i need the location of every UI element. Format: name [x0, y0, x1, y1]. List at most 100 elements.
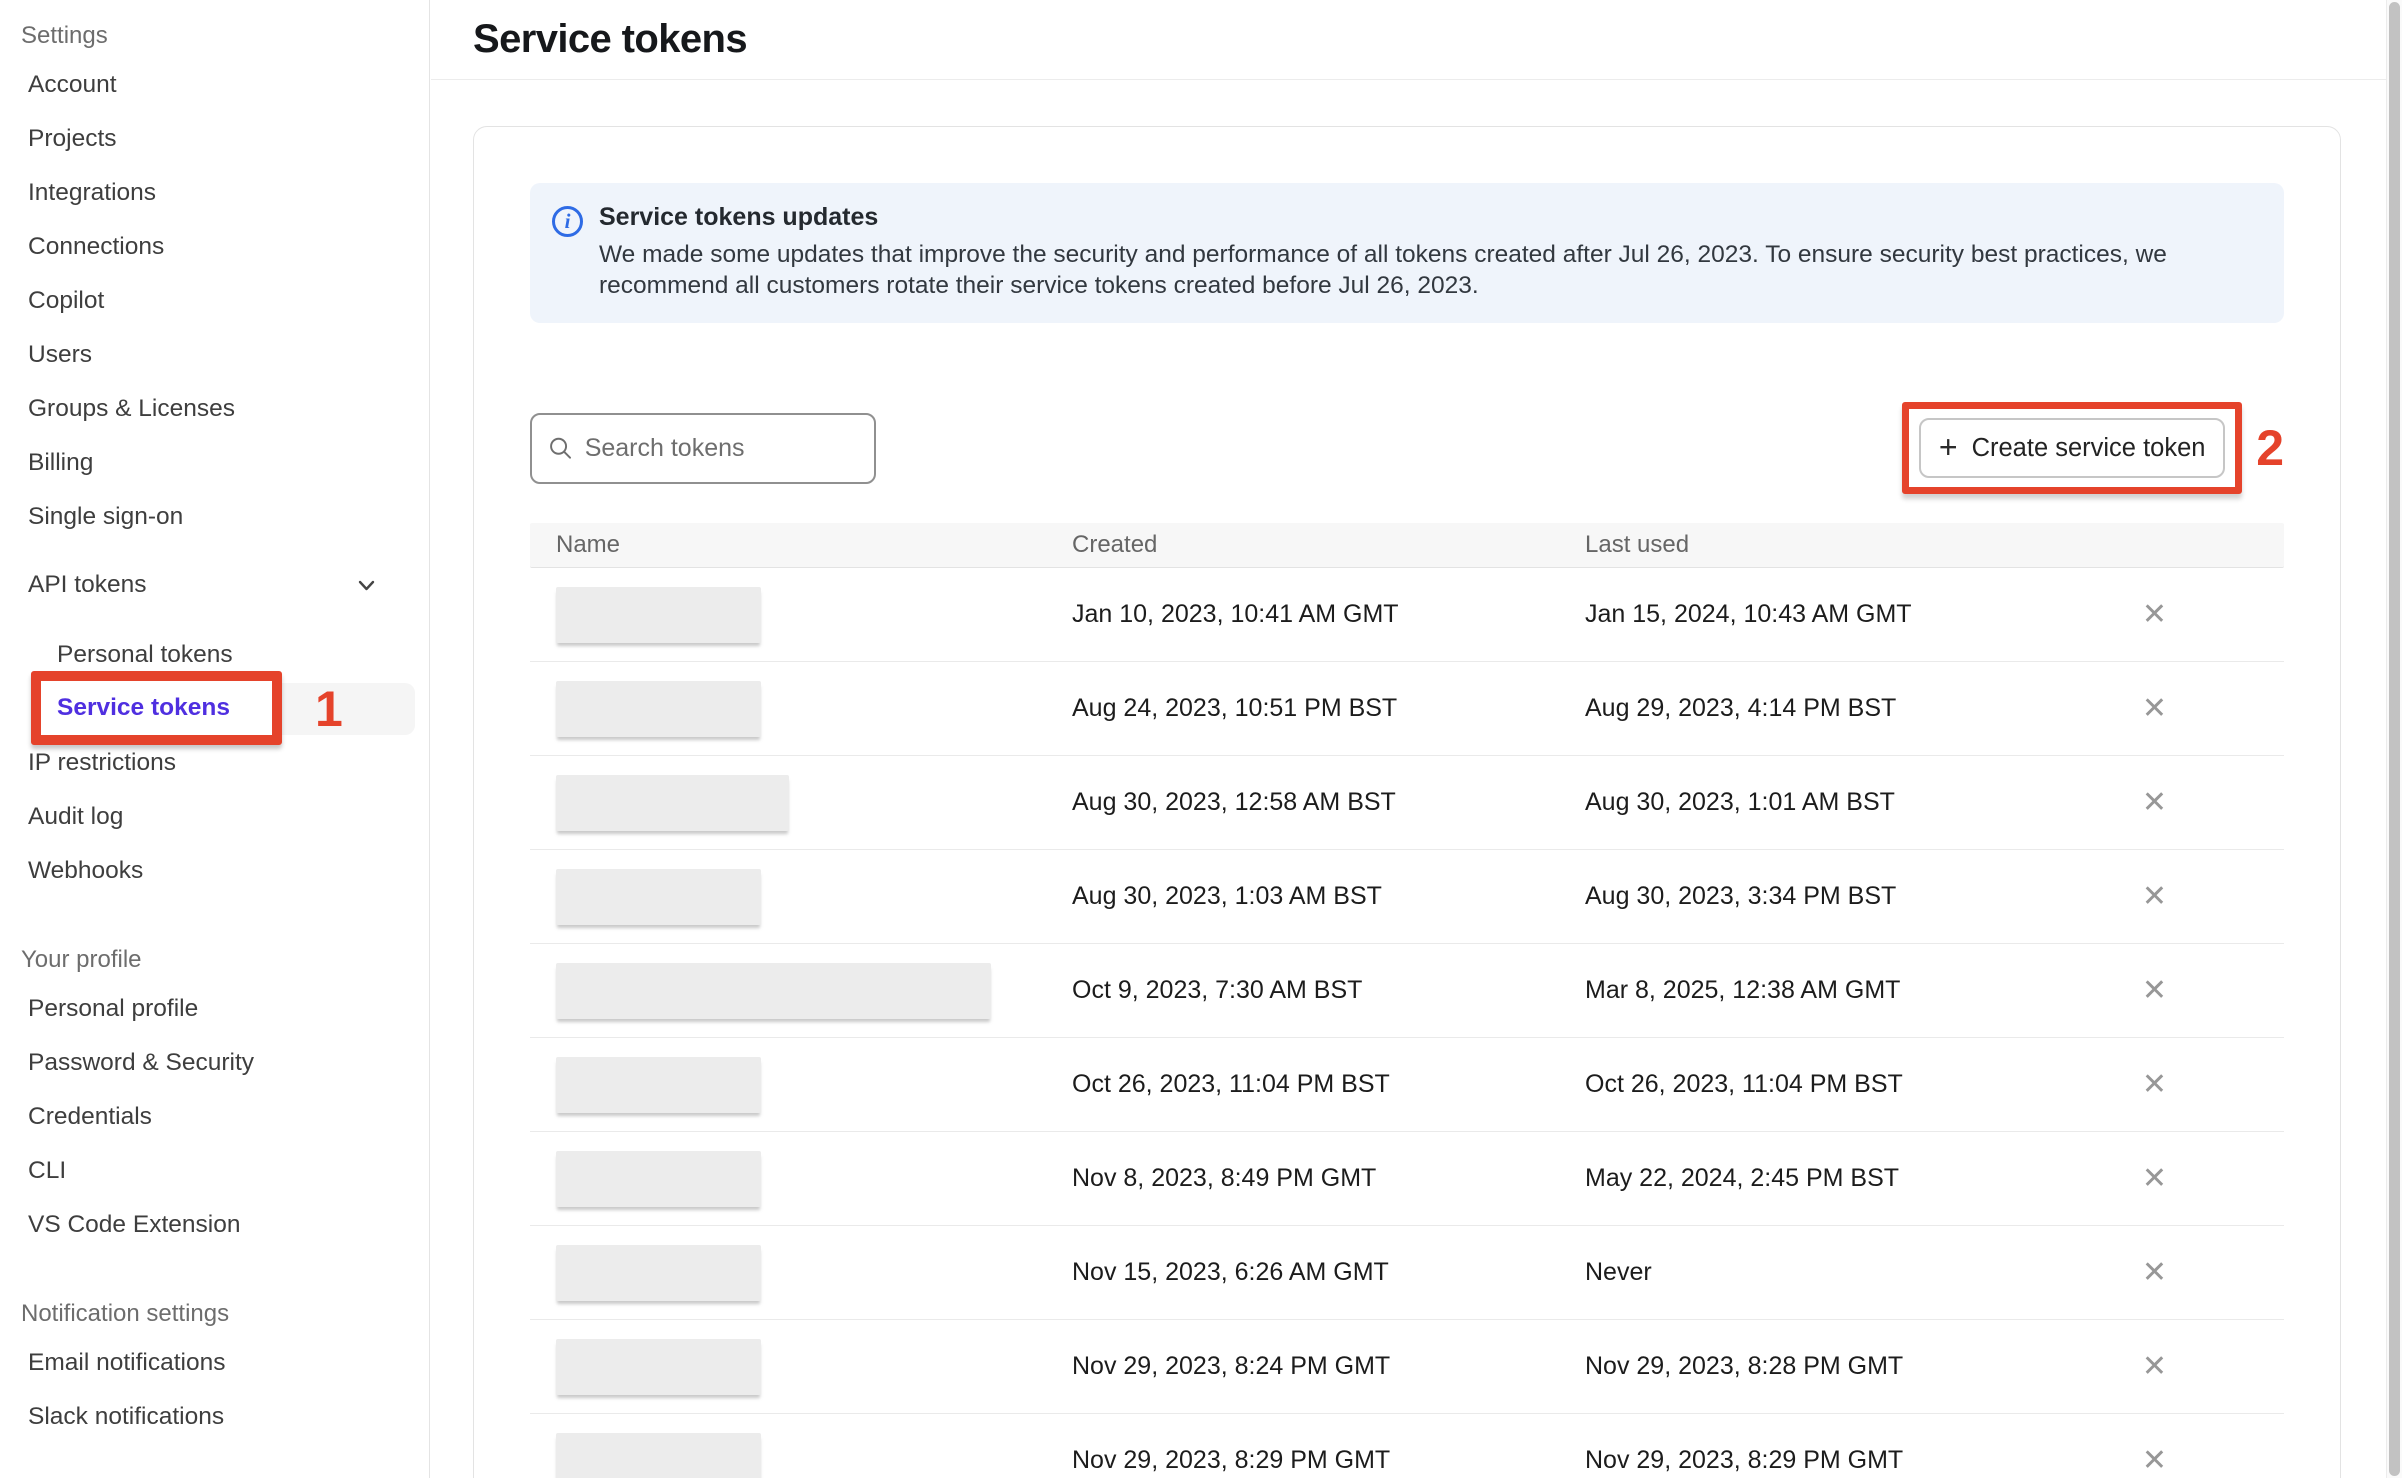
sidebar-item-label: Audit log	[28, 803, 123, 831]
table-row: Jan 10, 2023, 10:41 AM GMTJan 15, 2024, …	[530, 568, 2284, 662]
token-name-cell	[530, 1245, 1072, 1301]
search-icon	[548, 434, 573, 462]
column-header-name: Name	[530, 531, 1072, 559]
actions-cell: ✕	[2025, 600, 2284, 630]
actions-cell: ✕	[2025, 882, 2284, 912]
page-header: Service tokens	[431, 0, 2402, 80]
vertical-scrollbar[interactable]	[2386, 0, 2402, 1478]
last-used-cell: Nov 29, 2023, 8:29 PM GMT	[1585, 1446, 2025, 1475]
last-used-cell: Oct 26, 2023, 11:04 PM BST	[1585, 1070, 2025, 1099]
delete-token-button[interactable]: ✕	[2142, 1258, 2167, 1288]
sidebar-item-label: IP restrictions	[28, 749, 176, 777]
scrollbar-thumb[interactable]	[2389, 2, 2400, 1476]
table-row: Oct 9, 2023, 7:30 AM BSTMar 8, 2025, 12:…	[530, 944, 2284, 1038]
delete-token-button[interactable]: ✕	[2142, 788, 2167, 818]
table-row: Nov 29, 2023, 8:24 PM GMTNov 29, 2023, 8…	[530, 1320, 2284, 1414]
sidebar-item-account[interactable]: Account	[0, 58, 429, 112]
sidebar-item-audit-log[interactable]: Audit log	[0, 790, 429, 844]
sidebar-item-billing[interactable]: Billing	[0, 436, 429, 490]
settings-sidebar: SettingsAccountProjectsIntegrations Conne…	[0, 0, 430, 1478]
sidebar-item-label: Credentials	[28, 1103, 152, 1131]
last-used-cell: Aug 30, 2023, 3:34 PM BST	[1585, 882, 2025, 911]
sidebar-item-label: API tokens	[28, 571, 146, 599]
token-name-cell	[530, 587, 1072, 643]
token-name-placeholder	[556, 869, 761, 925]
search-input[interactable]	[585, 434, 858, 463]
created-cell: Aug 30, 2023, 12:58 AM BST	[1072, 788, 1585, 817]
sidebar-item-label: Connections	[28, 233, 164, 261]
sidebar-item-copilot[interactable]: Copilot	[0, 274, 429, 328]
column-header-last-used: Last used	[1585, 531, 2025, 559]
delete-token-button[interactable]: ✕	[2142, 694, 2167, 724]
service-tokens-card: i Service tokens updates We made some up…	[473, 126, 2341, 1478]
info-banner-title: Service tokens updates	[599, 203, 2239, 232]
token-name-placeholder	[556, 681, 761, 737]
sidebar-item-cli[interactable]: CLI	[0, 1144, 429, 1198]
delete-token-button[interactable]: ✕	[2142, 1164, 2167, 1194]
sidebar-item-label: Groups & Licenses	[28, 395, 235, 423]
delete-token-button[interactable]: ✕	[2142, 976, 2167, 1006]
sidebar-item-label: Service tokens	[57, 694, 230, 722]
sidebar-item-single-sign-on[interactable]: Single sign-on	[0, 490, 429, 544]
created-cell: Nov 29, 2023, 8:29 PM GMT	[1072, 1446, 1585, 1475]
sidebar-item-label: CLI	[28, 1157, 66, 1185]
delete-token-button[interactable]: ✕	[2142, 1446, 2167, 1476]
sidebar-item-groups-licenses[interactable]: Groups & Licenses	[0, 382, 429, 436]
sidebar-item-label: Webhooks	[28, 857, 143, 885]
table-row: Aug 24, 2023, 10:51 PM BSTAug 29, 2023, …	[530, 662, 2284, 756]
delete-token-button[interactable]: ✕	[2142, 1352, 2167, 1382]
sidebar-item-service-tokens[interactable]: Service tokens 1	[0, 682, 429, 736]
token-name-cell	[530, 1151, 1072, 1207]
sidebar-item-label: Users	[28, 341, 92, 369]
delete-token-button[interactable]: ✕	[2142, 882, 2167, 912]
sidebar-item-personal-profile[interactable]: Personal profile	[0, 982, 429, 1036]
table-row: Nov 8, 2023, 8:49 PM GMTMay 22, 2024, 2:…	[530, 1132, 2284, 1226]
sidebar-item-connections[interactable]: Connections	[0, 220, 429, 274]
sidebar-item-label: Slack notifications	[28, 1403, 224, 1431]
create-service-token-button[interactable]: + Create service token	[1919, 418, 2225, 478]
annotation-box-2: + Create service token	[1902, 402, 2242, 494]
sidebar-item-credentials[interactable]: Credentials	[0, 1090, 429, 1144]
created-cell: Aug 30, 2023, 1:03 AM BST	[1072, 882, 1585, 911]
actions-cell: ✕	[2025, 1164, 2284, 1194]
token-name-placeholder	[556, 1151, 761, 1207]
sidebar-item-projects[interactable]: Projects	[0, 112, 429, 166]
info-banner-body: We made some updates that improve the se…	[599, 239, 2239, 301]
actions-cell: ✕	[2025, 1446, 2284, 1476]
sidebar-item-integrations[interactable]: Integrations	[0, 166, 429, 220]
sidebar-item-vs-code-extension[interactable]: VS Code Extension	[0, 1198, 429, 1252]
table-body: Jan 10, 2023, 10:41 AM GMTJan 15, 2024, …	[530, 568, 2284, 1478]
service-tokens-table: Name Created Last used Jan 10, 2023, 10:…	[530, 523, 2284, 1478]
sidebar-item-label: VS Code Extension	[28, 1211, 240, 1239]
annotation-step-1: 1	[315, 680, 343, 738]
sidebar-section-header-your-profile: Your profile	[0, 938, 429, 982]
token-name-cell	[530, 1057, 1072, 1113]
actions-cell: ✕	[2025, 694, 2284, 724]
actions-cell: ✕	[2025, 788, 2284, 818]
column-header-created: Created	[1072, 531, 1585, 559]
chevron-down-icon[interactable]	[353, 572, 380, 599]
last-used-cell: Aug 30, 2023, 1:01 AM BST	[1585, 788, 2025, 817]
info-banner-text: Service tokens updates We made some upda…	[599, 203, 2239, 301]
token-name-cell	[530, 775, 1072, 831]
token-name-placeholder	[556, 1339, 761, 1395]
sidebar-item-label: Copilot	[28, 287, 104, 315]
sidebar-item-users[interactable]: Users	[0, 328, 429, 382]
sidebar-item-label: Personal profile	[28, 995, 198, 1023]
sidebar-item-slack-notifications[interactable]: Slack notifications	[0, 1390, 429, 1444]
sidebar-item-label: Personal tokens	[57, 641, 233, 669]
sidebar-item-webhooks[interactable]: Webhooks	[0, 844, 429, 898]
created-cell: Nov 8, 2023, 8:49 PM GMT	[1072, 1164, 1585, 1193]
token-name-placeholder	[556, 775, 789, 831]
sidebar-section-header-settings: Settings	[0, 14, 429, 58]
table-row: Oct 26, 2023, 11:04 PM BSTOct 26, 2023, …	[530, 1038, 2284, 1132]
created-cell: Jan 10, 2023, 10:41 AM GMT	[1072, 600, 1585, 629]
search-box[interactable]	[530, 413, 876, 484]
sidebar-section-header-notification-settings: Notification settings	[0, 1292, 429, 1336]
actions-cell: ✕	[2025, 1070, 2284, 1100]
delete-token-button[interactable]: ✕	[2142, 600, 2167, 630]
sidebar-item-email-notifications[interactable]: Email notifications	[0, 1336, 429, 1390]
delete-token-button[interactable]: ✕	[2142, 1070, 2167, 1100]
sidebar-item-password-security[interactable]: Password & Security	[0, 1036, 429, 1090]
sidebar-item-api-tokens[interactable]: API tokens	[0, 558, 429, 612]
